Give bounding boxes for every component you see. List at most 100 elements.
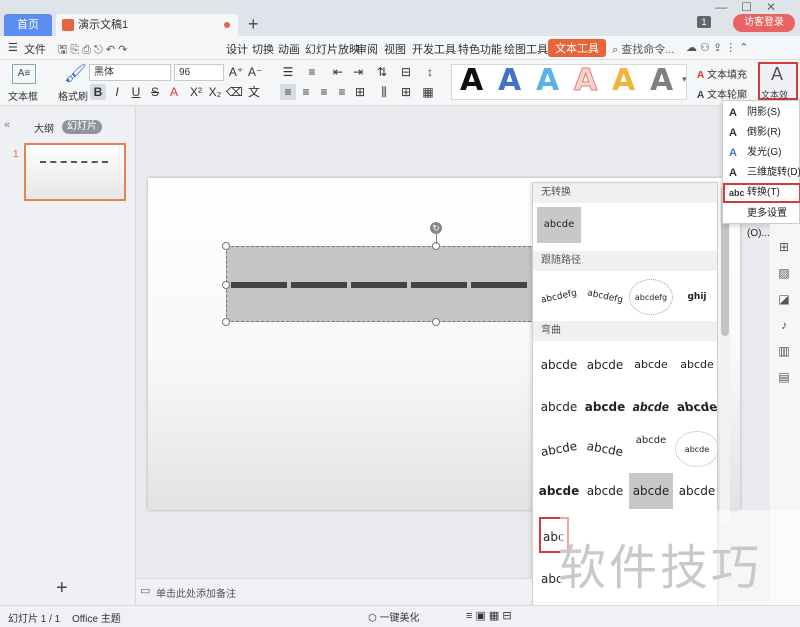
wordart-style-black[interactable]: A	[460, 63, 483, 98]
notes-bar[interactable]: ▭ 单击此处添加备注	[136, 578, 532, 604]
tab-outline[interactable]: 大纲	[34, 120, 54, 135]
font-color-icon[interactable]: A	[166, 84, 182, 100]
wordart-style-blue[interactable]: A	[498, 63, 521, 98]
menu-review[interactable]: 审阅	[356, 41, 378, 57]
collapse-panel-icon[interactable]: «	[4, 119, 10, 131]
notes-placeholder[interactable]: 单击此处添加备注	[156, 585, 236, 600]
menu-animation[interactable]: 动画	[278, 41, 300, 57]
grow-font-icon[interactable]: A⁺	[228, 64, 244, 80]
image-icon[interactable]: ▨	[776, 266, 792, 280]
path-button[interactable]: ghij	[675, 279, 717, 315]
menu-developer[interactable]: 开发工具	[412, 41, 456, 57]
shape-icon[interactable]: ◪	[776, 292, 792, 306]
warp-button-pour[interactable]: abcde	[675, 473, 717, 509]
warp-triangle-inverted[interactable]: abcde	[675, 347, 717, 383]
resize-handle[interactable]	[432, 318, 440, 326]
window-controls[interactable]: —☐✕	[715, 0, 790, 14]
warp-triangle[interactable]: abcde	[629, 347, 673, 383]
underline-button[interactable]: U	[128, 84, 144, 100]
warp-plain[interactable]: abcde	[537, 347, 581, 383]
vertical-align-icon[interactable]: ⊞	[398, 84, 414, 100]
menu-icon[interactable]: ☰	[8, 41, 18, 54]
beautify-button[interactable]: ⬡ 一键美化	[368, 609, 420, 624]
warp-circle-pour[interactable]: abcde	[629, 473, 673, 509]
text-fill-button[interactable]: A 文本填充	[697, 66, 747, 81]
cloud-share-icons[interactable]: ☁ ⚇ ⇪ ⋮ ⌃	[686, 41, 749, 54]
warp-arch-down-pour[interactable]: abcde	[583, 473, 627, 509]
new-tab-button[interactable]: +	[248, 14, 259, 34]
menu-item-transform[interactable]: abc 转换(T)	[723, 183, 800, 203]
path-arch-up[interactable]: abcdefg	[534, 275, 585, 319]
menu-item-reflection[interactable]: A 倒影(R)	[723, 123, 800, 143]
text-outline-button[interactable]: A 文本轮廓	[697, 86, 747, 101]
align-right-icon[interactable]: ≡	[316, 84, 332, 100]
menu-text-tools[interactable]: 文本工具	[548, 39, 606, 57]
gallery-scrollbar[interactable]	[720, 182, 730, 522]
phonetic-icon[interactable]: 文	[246, 84, 262, 100]
audio-icon[interactable]: ♪	[776, 318, 792, 332]
rotate-handle-icon[interactable]: ↻	[430, 222, 442, 234]
align-center-icon[interactable]: ≡	[298, 84, 314, 100]
menu-file[interactable]: 文件	[24, 41, 46, 57]
menu-features[interactable]: 特色功能	[458, 41, 502, 57]
format-painter-label[interactable]: 格式刷	[58, 88, 88, 103]
menu-slideshow[interactable]: 幻灯片放映	[305, 41, 360, 57]
menu-item-glow[interactable]: A 发光(G)	[723, 143, 800, 163]
wordart-style-gray[interactable]: A	[650, 63, 673, 98]
add-slide-button[interactable]: +	[56, 577, 68, 600]
login-button[interactable]: 访客登录	[733, 14, 795, 32]
wordart-style-lightblue[interactable]: A	[536, 63, 559, 98]
text-box-settings-icon[interactable]: ▦	[420, 84, 436, 100]
chart-icon[interactable]: ▥	[776, 344, 792, 358]
warp-chevron-up[interactable]: abcde	[537, 389, 581, 425]
wordart-style-pink[interactable]: A	[573, 63, 597, 99]
archive-icon[interactable]: ▤	[776, 370, 792, 384]
quick-access-icons[interactable]: 🖫 ⎘ ⎙ ⎋ ↶ ↷	[58, 41, 127, 60]
menu-drawing-tools[interactable]: 绘图工具	[504, 41, 548, 57]
menu-item-shadow[interactable]: A 阴影(S)	[723, 103, 800, 123]
warp-arch-down[interactable]: abcde	[580, 427, 630, 470]
menu-item-more-settings[interactable]: 更多设置(O)...	[723, 204, 800, 239]
italic-button[interactable]: I	[109, 84, 125, 100]
warp-ring-outside[interactable]: abcde	[672, 389, 717, 425]
font-family-select[interactable]: 黑体	[89, 64, 171, 81]
superscript-icon[interactable]: X²	[188, 84, 204, 100]
warp-circle[interactable]: abcde	[629, 431, 673, 467]
columns-icon[interactable]: ⫼	[376, 84, 392, 100]
textbox-icon[interactable]: A≡	[12, 64, 36, 84]
resize-handle[interactable]	[222, 281, 230, 289]
bullet-list-icon[interactable]: ☰	[280, 64, 296, 80]
text-direction-icon[interactable]: ⇅	[374, 64, 390, 80]
align-text-icon[interactable]: ⊟	[398, 64, 414, 80]
format-painter-icon[interactable]: 🖌	[64, 63, 87, 84]
strike-button[interactable]: S	[147, 84, 163, 100]
transform-none[interactable]: abcde	[537, 207, 581, 243]
tab-home[interactable]: 首页	[4, 14, 52, 36]
menu-design[interactable]: 设计	[226, 41, 248, 57]
gallery-more-icon[interactable]: ▾	[682, 74, 687, 85]
tab-slides[interactable]: 幻灯片	[62, 120, 102, 134]
path-circle[interactable]: abcdefg	[629, 279, 673, 315]
distribute-icon[interactable]: ⊞	[352, 84, 368, 100]
slide-thumbnail[interactable]	[24, 143, 126, 201]
decrease-indent-icon[interactable]: ⇤	[330, 64, 346, 80]
view-mode-icons[interactable]: ≡ ▣ ▦ ⊟	[466, 609, 512, 622]
menu-transition[interactable]: 切换	[252, 41, 274, 57]
font-size-select[interactable]: 96	[174, 64, 224, 81]
warp-ring-inside[interactable]: abcde	[628, 389, 673, 425]
align-left-icon[interactable]: ≡	[280, 84, 296, 100]
bold-button[interactable]: B	[90, 84, 106, 100]
resize-handle[interactable]	[222, 318, 230, 326]
warp-arch-up-pour[interactable]: abcde	[537, 473, 581, 509]
search-command[interactable]: ⌕ 查找命令...	[612, 41, 674, 57]
warp-chevron-down[interactable]: abcde	[583, 389, 627, 425]
window-count-badge[interactable]: 1	[697, 16, 711, 28]
increase-indent-icon[interactable]: ⇥	[350, 64, 366, 80]
path-arch-down[interactable]: abcdefg	[580, 275, 631, 319]
tab-document[interactable]: 演示文稿1	[56, 14, 238, 36]
warp-arch-up[interactable]: abcde	[534, 427, 584, 470]
resize-handle[interactable]	[222, 242, 230, 250]
wordart-style-orange[interactable]: A	[612, 63, 635, 98]
shrink-font-icon[interactable]: A⁻	[247, 64, 263, 80]
subscript-icon[interactable]: X₂	[207, 84, 223, 100]
